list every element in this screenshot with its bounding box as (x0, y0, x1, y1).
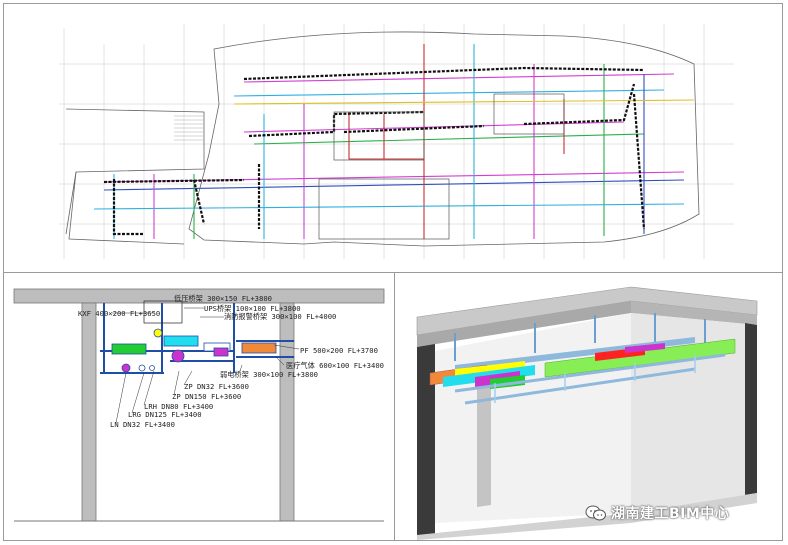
label-zp-dn32: ZP DN32 FL+3600 (184, 382, 249, 391)
label-lrg-dn125: LRG DN125 FL+3400 (128, 410, 202, 419)
duct-green (111, 343, 147, 355)
label-kxf: KXF 400×200 FL+3650 (78, 309, 160, 318)
bim-3d-model (395, 273, 782, 540)
plan-central-void (318, 93, 565, 240)
label-weak-current-tray: 弱电桥架 300×100 FL+3800 (220, 370, 318, 379)
wechat-icon (585, 505, 606, 521)
plan-black-ducts (103, 66, 646, 236)
pipe-magenta (171, 349, 185, 363)
label-pf: PF 500×200 FL+3700 (300, 346, 378, 355)
label-medical-gas: 医疗气体 600×100 FL+3400 (286, 361, 384, 370)
label-ln-dn32: LN DN32 FL+3400 (110, 420, 175, 429)
watermark: 湖南建工BIM中心 (585, 503, 729, 523)
duct-magenta (213, 347, 229, 357)
inner-space (435, 313, 631, 523)
duct-orange (241, 342, 277, 354)
pipe-lrh (149, 365, 155, 371)
plan-grid (59, 24, 734, 259)
pipe-yellow (153, 328, 163, 338)
column-right (279, 302, 295, 522)
plan-hatch (174, 115, 204, 141)
label-fire-alarm-tray: 消防报警桥架 300×100 FL+4000 (224, 312, 336, 321)
floor-plan-drawing (4, 4, 782, 272)
pipeline-section-drawing: KXF 400×200 FL+3650 低压桥架 300×150 FL+3800… (4, 273, 394, 540)
duct-cyan (163, 335, 199, 347)
column-right (745, 323, 757, 495)
watermark-text: 湖南建工BIM中心 (611, 506, 730, 522)
label-zp-dn150: ZP DN150 FL+3600 (172, 392, 241, 401)
column-left (81, 302, 97, 522)
pipe-ln (121, 363, 131, 373)
pipe-lrg (138, 364, 146, 372)
label-low-voltage-tray: 低压桥架 300×150 FL+3800 (174, 294, 272, 303)
